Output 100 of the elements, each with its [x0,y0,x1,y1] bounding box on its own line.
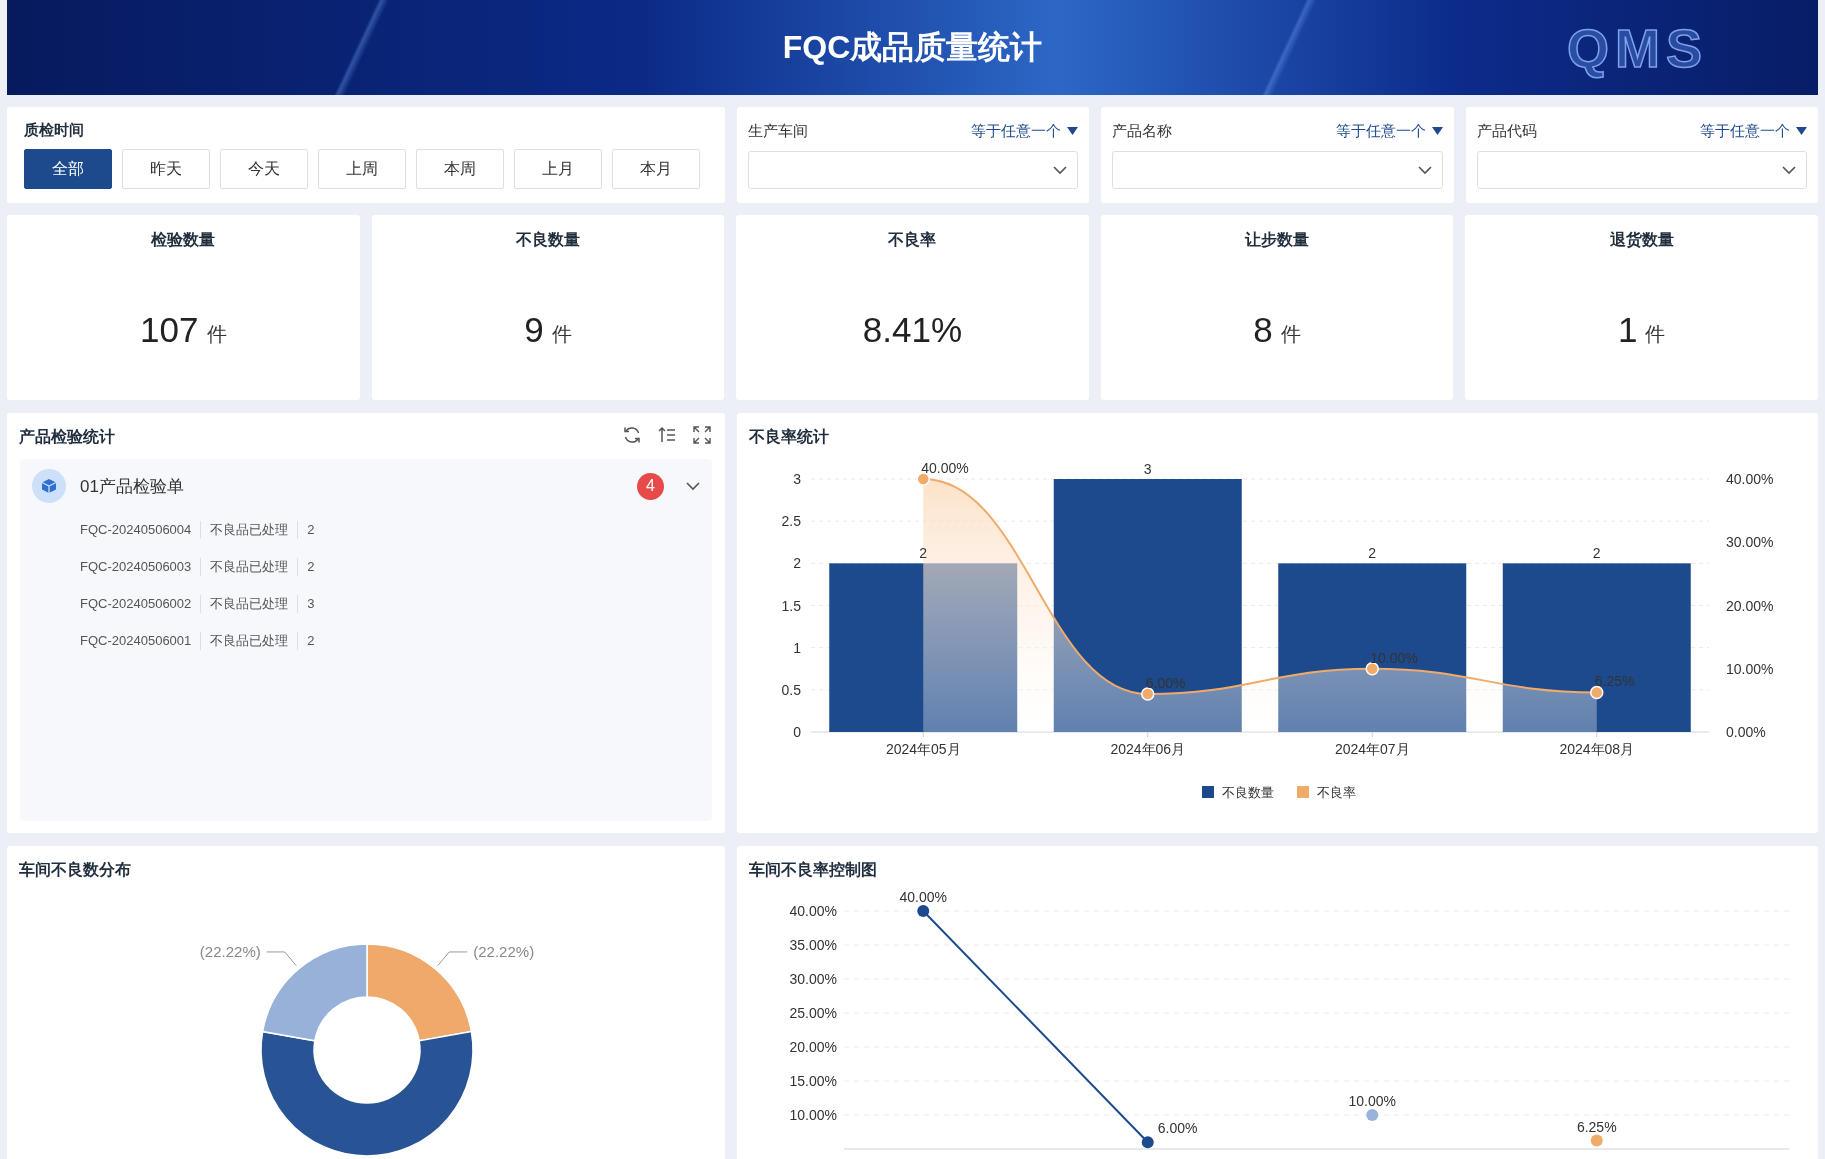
operator-dropdown[interactable]: 等于任意一个 [1335,121,1443,141]
data-label: 2 [1368,545,1377,562]
order-status: 不良品已处理 [200,520,298,539]
data-point [1141,1136,1154,1149]
group-name: 01产品检验单 [80,475,185,498]
data-label: 6.25% [1594,673,1635,690]
axis-label: 0.5 [781,681,801,698]
kpi-unit: 件 [1280,322,1301,347]
legend-label: 不良数量 [1222,785,1274,800]
data-label: 40.00% [921,460,969,476]
kpi-unit: 件 [1645,322,1666,347]
time-range-button[interactable]: 全部 [24,149,112,189]
caret-icon [1067,127,1079,135]
refresh-icon[interactable] [623,426,641,444]
filter-label: 生产车间 [748,121,808,141]
order-code: FQC-20240506001 [80,631,193,650]
data-point [1366,1109,1379,1121]
time-range-button[interactable]: 上月 [514,149,602,189]
data-point [1141,687,1155,701]
leader-line [437,951,468,967]
axis-label: 25.00% [789,1005,837,1021]
data-label: 2 [1592,545,1601,562]
data-label: 40.00% [899,889,947,905]
kpi-title: 不良数量 [515,230,580,250]
axis-label: 1 [793,639,801,656]
kpi-value: 1 [1617,309,1638,350]
kpi-value: 8 [1253,309,1273,350]
axis-label: 0.00% [1726,724,1766,740]
axis-label: 2.5 [781,513,801,530]
kpi-unit: 件 [206,322,227,347]
filter-label: 产品名称 [1112,121,1173,141]
sort-icon[interactable] [658,426,676,444]
kpi-value: 8.41% [862,309,963,350]
axis-label: 20.00% [1726,597,1774,614]
data-label: 6.00% [1145,675,1186,692]
data-point [917,905,930,917]
axis-label: 15.00% [789,1073,837,1089]
time-range-button[interactable]: 本月 [612,149,700,189]
kpi-title: 检验数量 [151,230,216,250]
data-label: 10.00% [1348,1093,1396,1109]
axis-label: 2024年07月 [1334,741,1410,757]
axis-label: 2024年06月 [1110,741,1186,757]
axis-label: 10.00% [789,1107,837,1123]
order-code: FQC-20240506004 [80,520,193,539]
kpi-title: 不良率 [888,230,937,250]
data-point [1365,662,1379,676]
axis-label: 30.00% [1726,534,1774,551]
axis-label: 35.00% [789,937,837,953]
axis-label: 40.00% [1726,471,1774,487]
slice-label: (22.22%) [473,942,535,960]
time-range-button[interactable]: 上周 [318,149,406,189]
kpi-value: 9 [524,309,544,350]
axis-label: 10.00% [1726,660,1774,677]
data-label: 3 [1143,461,1152,477]
panel-title: 车间不良数分布 [18,860,132,880]
axis-label: 1.5 [781,597,801,614]
axis-label: 2024年08月 [1559,741,1635,757]
order-quantity: 2 [297,631,324,650]
order-status: 不良品已处理 [200,594,298,613]
dashboard-title: FQC成品质量统计 [782,27,1043,67]
box-glyph-icon [41,478,57,494]
data-point [916,472,930,486]
filter-label: 质检时间 [24,121,85,140]
fullscreen-icon[interactable] [693,426,711,444]
kpi-title: 退货数量 [1609,230,1674,251]
filter-label: 产品代码 [1476,121,1537,141]
data-label: 2 [919,545,928,562]
order-status: 不良品已处理 [200,631,298,650]
axis-label: 40.00% [789,903,837,919]
select-field[interactable] [1476,151,1807,189]
select-field[interactable] [748,151,1079,189]
count-badge: 4 [637,472,664,500]
time-range-button[interactable]: 本周 [416,149,504,189]
operator-dropdown[interactable]: 等于任意一个 [971,121,1079,141]
kpi-value: 107 [140,309,199,350]
select-field[interactable] [1112,151,1443,189]
order-code: FQC-20240506002 [80,594,193,613]
axis-label: 20.00% [789,1039,837,1055]
chevron-down-icon [1417,165,1432,175]
chevron-down-icon [1053,165,1068,175]
legend-swatch [1202,786,1214,798]
axis-label: 2024年05月 [885,741,961,757]
time-range-button[interactable]: 今天 [220,149,308,189]
chevron-down-icon [1782,165,1796,175]
order-quantity: 2 [297,557,324,576]
legend-swatch [1297,786,1309,798]
qms-logo: QMS [1567,16,1708,79]
list-group-header[interactable]: 01产品检验单 4 [32,469,700,503]
slice-label: (22.22%) [199,942,261,960]
operator-dropdown[interactable]: 等于任意一个 [1700,121,1807,141]
panel-title: 不良率统计 [748,427,830,447]
panel-title: 产品检验统计 [18,427,116,447]
data-label: 6.25% [1576,1118,1617,1135]
axis-label: 2 [793,555,801,572]
data-label: 6.00% [1157,1120,1198,1137]
chevron-icon[interactable] [686,479,700,493]
time-range-button[interactable]: 昨天 [122,149,210,189]
order-status: 不良品已处理 [200,557,298,576]
data-point [1590,1134,1603,1147]
order-quantity: 2 [297,520,324,539]
